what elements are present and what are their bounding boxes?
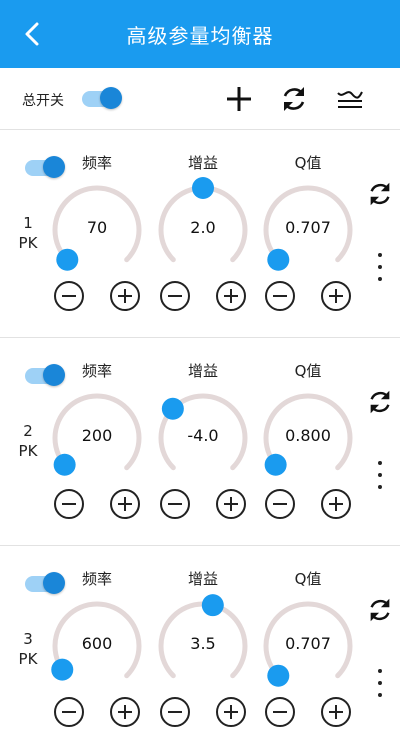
q-increase-button[interactable] bbox=[321, 281, 351, 311]
freq-label: 频率 bbox=[81, 570, 112, 588]
band-reset-icon[interactable] bbox=[366, 180, 394, 208]
q-decrease-button[interactable] bbox=[265, 281, 295, 311]
plus-icon[interactable] bbox=[224, 84, 254, 114]
band-index: 1 bbox=[23, 214, 33, 232]
gain-value: 3.5 bbox=[190, 634, 216, 653]
q-value: 0.800 bbox=[285, 426, 331, 445]
master-switch[interactable] bbox=[82, 87, 122, 109]
more-options-icon[interactable] bbox=[372, 458, 388, 492]
gain-value: -4.0 bbox=[187, 426, 219, 445]
band-enable-switch[interactable] bbox=[25, 364, 65, 386]
band-row-1: 1 PK 频率 增益 Q值 70 2.0 0.707 bbox=[0, 130, 400, 338]
refresh-icon[interactable] bbox=[279, 84, 309, 114]
curve-icon[interactable] bbox=[335, 84, 365, 114]
gain-value: 2.0 bbox=[190, 218, 216, 237]
app-header: 高级参量均衡器 bbox=[0, 0, 400, 68]
gain-decrease-button[interactable] bbox=[160, 281, 190, 311]
freq-label: 频率 bbox=[81, 362, 112, 380]
q-label: Q值 bbox=[294, 570, 322, 588]
q-decrease-button[interactable] bbox=[265, 489, 295, 519]
freq-value: 600 bbox=[81, 634, 113, 653]
page-title: 高级参量均衡器 bbox=[126, 24, 274, 48]
q-value: 0.707 bbox=[285, 634, 331, 653]
gain-label: 增益 bbox=[187, 362, 218, 380]
gain-increase-button[interactable] bbox=[216, 697, 246, 727]
freq-increase-button[interactable] bbox=[110, 489, 140, 519]
knob-handle bbox=[56, 248, 79, 271]
knob-handle bbox=[51, 658, 74, 681]
more-options-icon[interactable] bbox=[372, 666, 388, 700]
band-reset-icon[interactable] bbox=[366, 388, 394, 416]
freq-decrease-button[interactable] bbox=[54, 489, 84, 519]
q-label: Q值 bbox=[294, 154, 322, 172]
band-index: 2 bbox=[23, 422, 33, 440]
freq-increase-button[interactable] bbox=[110, 697, 140, 727]
freq-increase-button[interactable] bbox=[110, 281, 140, 311]
knob-handle bbox=[201, 594, 224, 617]
freq-value: 70 bbox=[86, 218, 108, 237]
freq-decrease-button[interactable] bbox=[54, 281, 84, 311]
knob-handle bbox=[192, 177, 214, 199]
band-enable-switch[interactable] bbox=[25, 572, 65, 594]
band-type: PK bbox=[18, 650, 38, 668]
toggle-knob bbox=[100, 87, 122, 109]
band-type: PK bbox=[18, 442, 38, 460]
freq-label: 频率 bbox=[81, 154, 112, 172]
toolbar: 总开关 bbox=[0, 68, 400, 130]
more-options-icon[interactable] bbox=[372, 250, 388, 284]
gain-label: 增益 bbox=[187, 154, 218, 172]
gain-increase-button[interactable] bbox=[216, 281, 246, 311]
band-type: PK bbox=[18, 234, 38, 252]
freq-value: 200 bbox=[81, 426, 113, 445]
band-reset-icon[interactable] bbox=[366, 596, 394, 624]
q-label: Q值 bbox=[294, 362, 322, 380]
knob-handle bbox=[53, 453, 76, 476]
q-increase-button[interactable] bbox=[321, 697, 351, 727]
master-switch-label: 总开关 bbox=[22, 93, 64, 109]
freq-decrease-button[interactable] bbox=[54, 697, 84, 727]
knob-handle bbox=[267, 664, 290, 687]
band-index: 3 bbox=[23, 630, 33, 648]
q-decrease-button[interactable] bbox=[265, 697, 295, 727]
q-value: 0.707 bbox=[285, 218, 331, 237]
band-enable-switch[interactable] bbox=[25, 156, 65, 178]
gain-decrease-button[interactable] bbox=[160, 489, 190, 519]
gain-label: 增益 bbox=[187, 570, 218, 588]
gain-decrease-button[interactable] bbox=[160, 697, 190, 727]
knob-handle bbox=[267, 248, 290, 271]
knob-handle bbox=[264, 453, 287, 476]
band-row-2: 2 PK 频率 增益 Q值 200 -4.0 0.800 bbox=[0, 338, 400, 546]
knob-handle bbox=[161, 397, 184, 420]
gain-increase-button[interactable] bbox=[216, 489, 246, 519]
band-row-3: 3 PK 频率 增益 Q值 600 3.5 0.707 bbox=[0, 546, 400, 754]
q-increase-button[interactable] bbox=[321, 489, 351, 519]
